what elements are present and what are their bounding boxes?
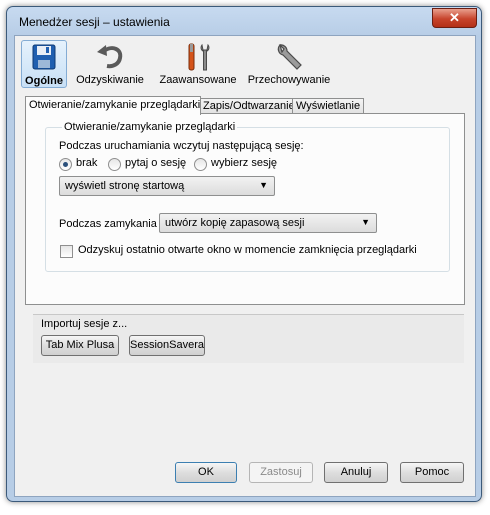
import-tab-mix-plus-button[interactable]: Tab Mix Plusa <box>41 335 119 356</box>
import-label: Importuj sesje z... <box>41 318 128 330</box>
tab-label: Otwieranie/zamykanie przeglądarki <box>29 99 201 111</box>
button-label: SessionSavera <box>130 339 204 351</box>
radio-label-brak[interactable]: brak <box>76 157 97 169</box>
restore-window-checkbox[interactable] <box>60 245 73 258</box>
toolbar-ogolne[interactable]: Ogólne <box>21 40 67 88</box>
toolbar-przechowywanie[interactable]: Przechowywanie <box>247 40 331 86</box>
radio-pytaj[interactable] <box>108 158 121 171</box>
toolbar-label: Przechowywanie <box>247 74 331 86</box>
tab-label: Wyświetlanie <box>296 100 361 112</box>
radio-wybierz[interactable] <box>194 158 207 171</box>
tab-label: Zapis/Odtwarzanie <box>203 100 295 112</box>
button-label: Tab Mix Plusa <box>45 339 115 351</box>
restore-window-label[interactable]: Odzyskuj ostatnio otwarte okno w momenci… <box>78 244 417 256</box>
close-icon: ✕ <box>449 10 460 25</box>
tab-panel: Otwieranie/zamykanie przeglądarki Podcza… <box>25 113 465 305</box>
wrench-icon <box>277 43 302 70</box>
tab-otwieranie-zamykanie[interactable]: Otwieranie/zamykanie przeglądarki <box>25 96 201 115</box>
tab-wyswietlanie[interactable]: Wyświetlanie <box>292 98 364 114</box>
window-title: Menedżer sesji – ustawienia <box>19 15 170 29</box>
ok-button[interactable]: OK <box>175 462 237 483</box>
button-label: Zastosuj <box>260 466 302 478</box>
toolbar-odzyskiwanie[interactable]: Odzyskiwanie <box>71 40 149 86</box>
apply-button[interactable]: Zastosuj <box>249 462 313 483</box>
button-label: Anuluj <box>340 466 372 478</box>
closing-action-combo[interactable]: utwórz kopię zapasową sesji ▼ <box>159 213 377 233</box>
toolbar-label: Odzyskiwanie <box>76 74 144 86</box>
help-button[interactable]: Pomoc <box>400 462 464 483</box>
closing-label: Podczas zamykania <box>59 218 157 230</box>
combo-value: wyświetl stronę startową <box>65 180 185 192</box>
import-session-saver-button[interactable]: SessionSavera <box>129 335 205 356</box>
chevron-down-icon: ▼ <box>259 180 268 190</box>
radio-brak[interactable] <box>59 158 72 171</box>
tools-icon <box>188 43 210 71</box>
button-label: Pomoc <box>414 466 450 478</box>
startup-action-combo[interactable]: wyświetl stronę startową ▼ <box>59 176 275 196</box>
import-sessions-box: Importuj sesje z... Tab Mix Plusa Sessio… <box>33 314 464 363</box>
toolbar-label: Ogólne <box>25 75 63 87</box>
toolbar-label: Zaawansowane <box>159 74 237 86</box>
radio-label-pytaj[interactable]: pytaj o sesję <box>125 157 186 169</box>
close-button[interactable]: ✕ <box>432 8 477 28</box>
button-label: OK <box>198 466 214 478</box>
startup-session-label: Podczas uruchamiania wczytuj następującą… <box>59 140 304 152</box>
title-bar[interactable]: Menedżer sesji – ustawienia ✕ <box>7 7 481 35</box>
floppy-disk-icon <box>32 44 56 70</box>
toolbar-zaawansowane[interactable]: Zaawansowane <box>159 40 237 86</box>
combo-value: utwórz kopię zapasową sesji <box>165 217 305 229</box>
dialog-client-area: Ogólne Odzyskiwanie Zaawansowane Przecho… <box>14 35 476 497</box>
undo-arrow-icon <box>97 45 123 69</box>
cancel-button[interactable]: Anuluj <box>324 462 388 483</box>
radio-label-wybierz[interactable]: wybierz sesję <box>211 157 277 169</box>
settings-window: Menedżer sesji – ustawienia ✕ Ogólne Odz… <box>6 6 482 502</box>
group-legend: Otwieranie/zamykanie przeglądarki <box>62 121 238 133</box>
chevron-down-icon: ▼ <box>361 217 370 227</box>
tab-zapis-odtwarzanie[interactable]: Zapis/Odtwarzanie <box>199 98 295 114</box>
browser-open-close-group: Otwieranie/zamykanie przeglądarki Podcza… <box>45 121 450 272</box>
